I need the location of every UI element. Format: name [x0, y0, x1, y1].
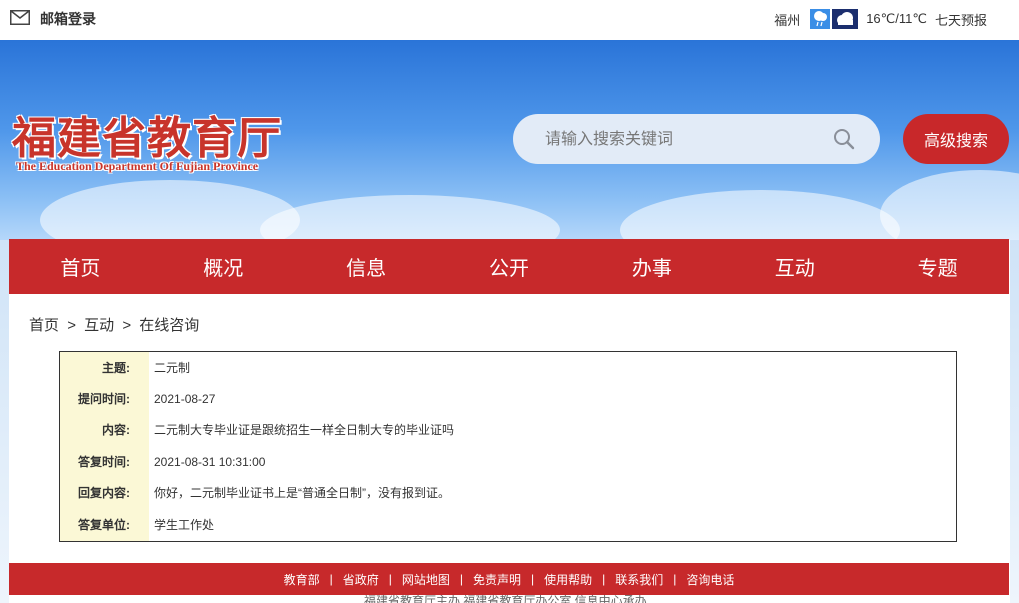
footer-link-phone[interactable]: 咨询电话 — [686, 571, 734, 588]
footer-link-gov[interactable]: 省政府 — [343, 571, 379, 588]
nav-item-topics[interactable]: 专题 — [866, 239, 1009, 294]
header-banner: 福建省教育厅 The Education Department Of Fujia… — [0, 40, 1019, 240]
footer-link-help[interactable]: 使用帮助 — [544, 571, 592, 588]
row-label: 主题: — [102, 361, 130, 375]
nav-item-overview[interactable]: 概况 — [152, 239, 295, 294]
row-value: 学生工作处 — [154, 518, 215, 532]
row-label: 提问时间: — [78, 392, 130, 406]
banner-cloud — [620, 190, 900, 240]
breadcrumb-separator: > — [122, 317, 132, 334]
footer-info-text: 福建省教育厅主办 福建省教育厅办公室 信息中心承办 — [364, 595, 647, 603]
banner-cloud — [260, 195, 560, 240]
banner-cloud — [880, 170, 1019, 240]
footer-link-moe[interactable]: 教育部 — [284, 571, 320, 588]
weather-widget: 福州 16℃/11℃ 七天预报 — [774, 8, 987, 30]
footer-separator: | — [329, 572, 333, 586]
footer-separator: | — [459, 572, 463, 586]
nav-item-info[interactable]: 信息 — [295, 239, 438, 294]
search-icon[interactable] — [832, 127, 856, 151]
top-bar: 邮箱登录 福州 16℃/11℃ 七天预报 — [0, 0, 1019, 40]
detail-row-subject: 主题: 二元制 — [60, 352, 956, 383]
row-label: 回复内容: — [78, 486, 130, 500]
breadcrumb-section[interactable]: 互动 — [84, 317, 114, 334]
footer-separator: | — [602, 572, 606, 586]
row-value: 二元制 — [154, 361, 191, 375]
row-value: 二元制大专毕业证是跟统招生一样全日制大专的毕业证吗 — [154, 423, 455, 437]
main-nav: 首页 概况 信息 公开 办事 互动 专题 — [9, 239, 1009, 294]
footer-link-disclaimer[interactable]: 免责声明 — [473, 571, 521, 588]
footer-link-sitemap[interactable]: 网站地图 — [402, 571, 450, 588]
breadcrumb-separator: > — [67, 317, 76, 334]
row-label: 答复时间: — [78, 455, 130, 469]
rain-icon — [810, 9, 831, 29]
site-logo[interactable]: 福建省教育厅 — [12, 102, 282, 166]
site-logo-subtitle: The Education Department Of Fujian Provi… — [16, 159, 259, 173]
mail-login-link[interactable]: 邮箱登录 — [40, 9, 96, 29]
consultation-detail-table: 主题: 二元制 提问时间: 2021-08-27 内容: 二元制大专毕业证是跟统… — [59, 351, 957, 542]
detail-row-reply-time: 答复时间: 2021-08-31 10:31:00 — [60, 446, 956, 477]
main-content: 首页 > 互动 > 在线咨询 主题: 二元制 提问时间: 2021-08-27 … — [9, 294, 1009, 564]
row-label: 内容: — [102, 423, 130, 437]
row-label: 答复单位: — [78, 518, 130, 532]
footer-links: 教育部 | 省政府 | 网站地图 | 免责声明 | 使用帮助 | 联系我们 | … — [9, 563, 1009, 595]
nav-item-services[interactable]: 办事 — [580, 239, 723, 294]
advanced-search-button[interactable]: 高级搜索 — [903, 114, 1009, 164]
footer-separator: | — [531, 572, 535, 586]
nav-item-home[interactable]: 首页 — [9, 239, 152, 294]
detail-row-question-time: 提问时间: 2021-08-27 — [60, 383, 956, 414]
page-edge — [1010, 240, 1019, 603]
forecast-link[interactable]: 七天预报 — [935, 10, 987, 29]
weather-temp: 16℃/11℃ — [866, 11, 927, 26]
footer-separator: | — [388, 572, 392, 586]
weather-city: 福州 — [774, 12, 801, 28]
detail-row-content: 内容: 二元制大专毕业证是跟统招生一样全日制大专的毕业证吗 — [60, 414, 956, 445]
footer-info: 福建省教育厅主办 福建省教育厅办公室 信息中心承办 — [9, 595, 1009, 603]
breadcrumb-home[interactable]: 首页 — [29, 317, 59, 334]
search-input[interactable] — [543, 126, 827, 154]
breadcrumb-current: 在线咨询 — [139, 317, 200, 334]
footer-separator: | — [673, 572, 677, 586]
footer-link-contact[interactable]: 联系我们 — [615, 571, 663, 588]
mail-icon[interactable] — [10, 10, 30, 25]
row-value: 2021-08-31 10:31:00 — [154, 454, 266, 469]
search-box — [513, 114, 880, 164]
detail-row-reply-content: 回复内容: 你好，二元制毕业证书上是“普通全日制”，没有报到证。 — [60, 477, 956, 508]
page-edge — [0, 240, 9, 603]
row-value: 2021-08-27 — [154, 391, 216, 406]
breadcrumb: 首页 > 互动 > 在线咨询 — [29, 314, 203, 335]
nav-item-interaction[interactable]: 互动 — [723, 239, 866, 294]
detail-row-reply-unit: 答复单位: 学生工作处 — [60, 509, 956, 540]
cloud-icon — [832, 9, 859, 29]
nav-item-public[interactable]: 公开 — [438, 239, 581, 294]
row-value: 你好，二元制毕业证书上是“普通全日制”，没有报到证。 — [154, 486, 450, 500]
